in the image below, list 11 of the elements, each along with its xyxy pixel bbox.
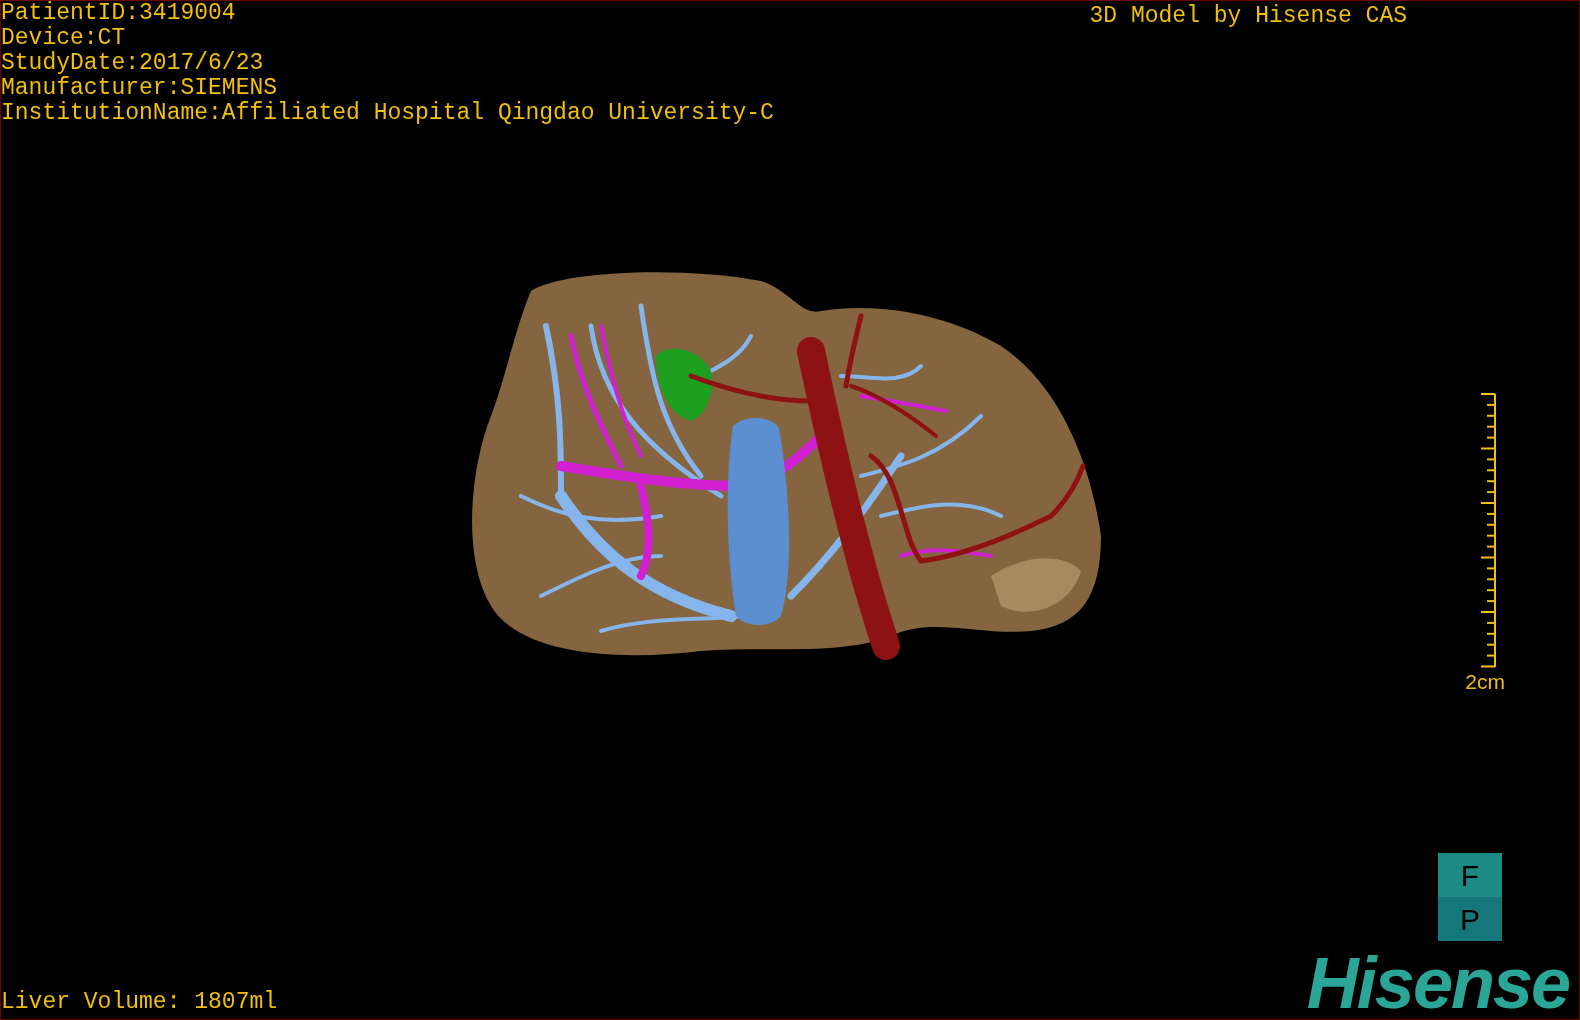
info-line: InstitutionName:Affiliated Hospital Qingdao University-C bbox=[1, 101, 774, 126]
brand-logo: Hisense bbox=[1306, 951, 1570, 1015]
volume-text: Liver Volume: 1807ml bbox=[1, 990, 278, 1015]
info-line: StudyDate:2017/6/23 bbox=[1, 51, 265, 76]
info-line: Manufacturer:SIEMENS bbox=[1, 76, 279, 101]
orientation-marker-face: P bbox=[1438, 897, 1502, 941]
orientation-marker-face: F bbox=[1438, 853, 1502, 897]
info-line: Device:CT bbox=[1, 26, 127, 51]
model-credit-text: 3D Model by Hisense CAS bbox=[1089, 4, 1407, 29]
info-line: PatientID:3419004 bbox=[1, 1, 237, 26]
scale-label: 2cm bbox=[1465, 670, 1505, 694]
